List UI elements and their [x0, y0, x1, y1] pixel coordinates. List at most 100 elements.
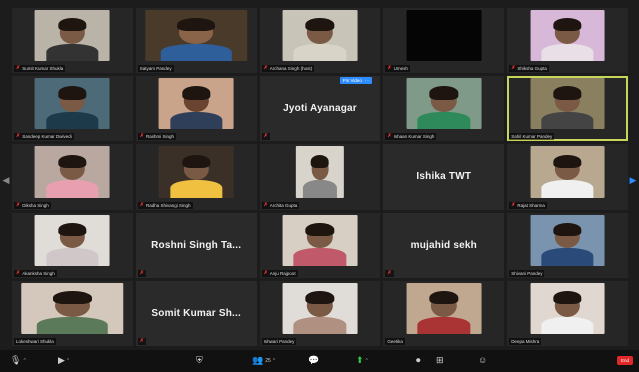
participant-video	[530, 146, 606, 198]
participant-name-label: Geetika	[385, 337, 405, 345]
participant-tile[interactable]: Somit Kumar Sh... ✗	[135, 280, 257, 346]
breakout-rooms-icon: ⊞	[436, 355, 444, 365]
participant-name-label: Sahil Kumar Pandey	[509, 133, 555, 141]
participant-tile[interactable]: ✗ Rashmi Singh	[135, 76, 257, 142]
participant-name-label: Shivani Pandey	[509, 269, 545, 277]
participant-name-label: ✗	[137, 269, 146, 277]
participant-name-label: ✗ Archita Gupta	[261, 201, 300, 209]
caret-up-icon[interactable]: ^	[23, 358, 25, 364]
participant-video	[34, 10, 110, 62]
participant-tile[interactable]: ✗ Radha Shivangi Singh	[135, 144, 257, 210]
security-button[interactable]: ⛨	[196, 356, 203, 365]
participant-name-label: ✗ Rajat Sharma	[509, 201, 547, 209]
caret-up-icon[interactable]: ^	[67, 358, 69, 364]
participant-video	[34, 78, 110, 130]
mic-muted-icon: ✗	[387, 133, 392, 140]
mute-button[interactable]: 🎙 ^	[10, 356, 26, 365]
participant-name-label: ✗ Diksha Singh	[14, 201, 51, 209]
participant-video	[406, 78, 482, 130]
participant-tile[interactable]: ✗ Akanksha Singh	[12, 212, 133, 278]
participant-tile[interactable]: Shivani Pandey	[507, 212, 628, 278]
record-icon: ⏺	[416, 355, 421, 365]
mic-muted-icon: ✗	[16, 133, 21, 140]
participant-name-label: Deepa Mishra	[509, 337, 542, 345]
participant-video	[282, 214, 358, 266]
reactions-button[interactable]: ☺	[478, 356, 487, 365]
participants-count: 25	[265, 357, 271, 364]
participant-tile[interactable]: Pin Video ··· Jyoti Ayanagar ✗	[259, 76, 381, 142]
participant-display-name: mujahid sekh	[410, 239, 477, 251]
participant-name-label: Satyam Pandey	[137, 65, 174, 73]
participant-name-label: ✗ Archana Singh (host)	[261, 65, 315, 73]
mic-muted-icon: ✗	[263, 133, 268, 140]
share-screen-button[interactable]: ⬆ ^	[356, 356, 368, 365]
participant-tile[interactable]: mujahid sekh ✗	[383, 212, 505, 278]
chat-button[interactable]: 💬	[308, 356, 319, 365]
participant-tile[interactable]: ✗ Umesh	[383, 8, 505, 74]
breakout-rooms-button[interactable]: ⊞	[436, 356, 444, 365]
participant-tile[interactable]: ✗ Diksha Singh	[12, 144, 133, 210]
participant-display-name: Jyoti Ayanagar	[283, 103, 357, 115]
participant-tile[interactable]: Roshni Singh Ta... ✗	[135, 212, 257, 278]
chat-bubble-icon: 💬	[308, 355, 320, 365]
participant-display-name: Roshni Singh Ta...	[151, 239, 242, 251]
participant-tile[interactable]: Lokeshwari Shukla	[12, 280, 133, 346]
mic-muted-icon: ✗	[511, 65, 516, 72]
participant-name-label: ✗ Ishaan Kumar Singh	[385, 133, 437, 141]
participant-name-label: Ishwari Pandey	[261, 337, 297, 345]
mic-muted-icon: ✗	[139, 337, 144, 344]
participant-tile[interactable]: ✗ Rajat Sharma	[507, 144, 628, 210]
mic-muted-icon: ✗	[511, 201, 516, 208]
more-options-icon[interactable]: ···	[365, 78, 370, 83]
participant-video	[530, 10, 606, 62]
participant-tile[interactable]: Geetika	[383, 280, 505, 346]
participant-name-label: ✗	[137, 337, 146, 345]
participant-name-label: ✗ Radha Shivangi Singh	[137, 201, 193, 209]
pin-video-button[interactable]: Pin Video ···	[339, 77, 373, 85]
mic-muted-icon: ✗	[16, 65, 21, 72]
participant-video	[34, 146, 110, 198]
participant-name-label: ✗	[385, 269, 394, 277]
participant-video	[530, 282, 606, 334]
participant-name-label: Lokeshwari Shukla	[14, 337, 56, 345]
participant-tile[interactable]: ✗ Anju Rajpoot	[259, 212, 381, 278]
caret-up-icon[interactable]: ^	[366, 358, 368, 364]
caret-up-icon[interactable]: ^	[273, 358, 275, 364]
mic-muted-icon: ✗	[387, 65, 392, 72]
end-meeting-button[interactable]: End	[616, 356, 633, 365]
participant-video	[530, 214, 606, 266]
meeting-window: ◀ ▶ ✗ Sumit Kumar Shukla Satyam Pandey ✗ A…	[0, 0, 639, 372]
mic-muted-icon: ✗	[387, 269, 392, 276]
share-screen-icon: ⬆	[356, 355, 364, 365]
previous-page-arrow-icon[interactable]: ◀	[2, 172, 10, 188]
participant-video	[145, 10, 247, 62]
next-page-arrow-icon[interactable]: ▶	[629, 172, 637, 188]
meeting-toolbar: 🎙 ^ ▶ ^ ⛨ 👥 25 ^ 💬 ⬆ ^ ⏺ ⊞ ☺ End	[0, 350, 639, 372]
participant-video	[21, 282, 124, 334]
participant-video	[530, 78, 606, 130]
participant-video	[158, 78, 234, 130]
participant-video	[34, 214, 110, 266]
active-speaker-tile[interactable]: Sahil Kumar Pandey	[507, 76, 628, 142]
participant-name-label: ✗ Umesh	[385, 65, 410, 73]
participant-display-name: Ishika TWT	[416, 171, 472, 183]
participant-tile[interactable]: ✗ Sandeep Kumar Dwivedi	[12, 76, 133, 142]
participant-tile[interactable]: Deepa Mishra	[507, 280, 628, 346]
record-button[interactable]: ⏺	[416, 356, 421, 365]
participant-tile[interactable]: Ishika TWT	[383, 144, 505, 210]
participant-tile[interactable]: Satyam Pandey	[135, 8, 257, 74]
participants-button[interactable]: 👥 25 ^	[252, 356, 275, 365]
mic-muted-icon: ✗	[139, 201, 144, 208]
participant-tile[interactable]: ✗ Shiksha Gupta	[507, 8, 628, 74]
participant-tile[interactable]: ✗ Archana Singh (host)	[259, 8, 381, 74]
participant-video	[158, 146, 234, 198]
participant-video	[406, 282, 482, 334]
video-button[interactable]: ▶ ^	[58, 356, 69, 365]
participant-name-label: ✗ Shiksha Gupta	[509, 65, 549, 73]
participant-tile[interactable]: Ishwari Pandey	[259, 280, 381, 346]
gallery-grid: ✗ Sumit Kumar Shukla Satyam Pandey ✗ Archa…	[12, 8, 628, 346]
participant-tile[interactable]: ✗ Archita Gupta	[259, 144, 381, 210]
participant-tile[interactable]: ✗ Ishaan Kumar Singh	[383, 76, 505, 142]
mic-muted-icon: ✗	[263, 269, 268, 276]
participant-tile[interactable]: ✗ Sumit Kumar Shukla	[12, 8, 133, 74]
